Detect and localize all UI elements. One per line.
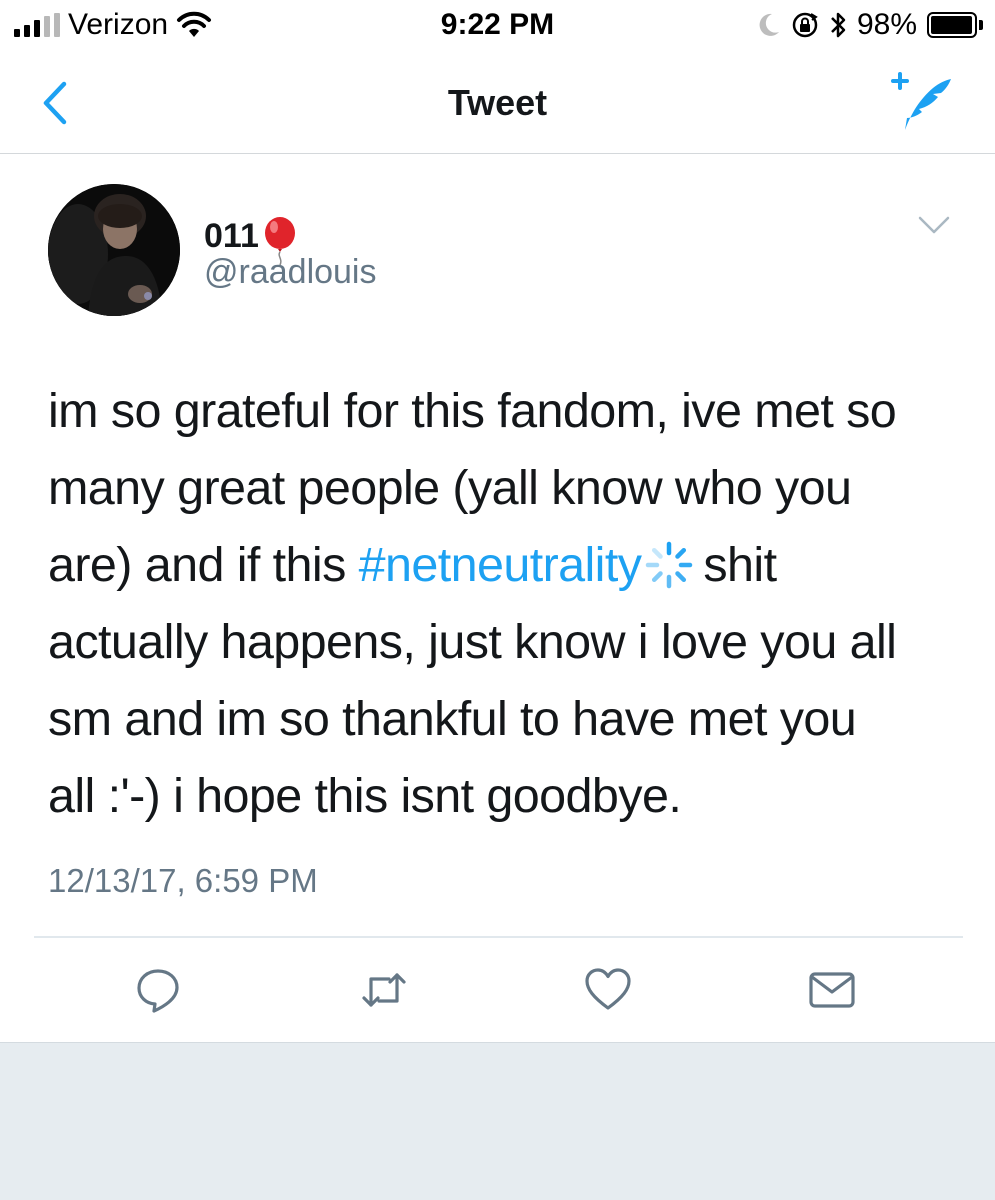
tweet-line: sm and im so thankful to have met you xyxy=(48,692,857,746)
display-name-text: 011 xyxy=(204,216,259,255)
rotation-lock-icon xyxy=(792,12,818,38)
tweet-line: are) and if this #netneutrality shit xyxy=(48,527,968,604)
retweet-button[interactable] xyxy=(356,962,412,1018)
avatar-photo xyxy=(48,184,180,316)
battery-fill xyxy=(931,16,973,34)
moon-icon xyxy=(759,13,779,36)
page-title: Tweet xyxy=(447,82,548,123)
reply-button[interactable] xyxy=(130,962,186,1018)
divider xyxy=(34,936,963,938)
battery-percent: 98% xyxy=(856,8,917,41)
status-bar: Verizon 9:22 PM 98% xyxy=(0,0,995,52)
tweet-timestamp: 12/13/17, 6:59 PM xyxy=(48,862,318,899)
like-icon xyxy=(585,968,631,1010)
tweet-line: all :'-) i hope this isnt goodbye. xyxy=(48,769,682,823)
bluetooth-icon xyxy=(831,12,846,38)
tweet-line: im so grateful for this fandom, ive met … xyxy=(48,384,897,438)
avatar[interactable] xyxy=(48,184,180,316)
navigation-bar: Tweet xyxy=(0,52,995,154)
footer-area xyxy=(0,1042,995,1200)
reply-icon xyxy=(137,969,179,1013)
user-handle[interactable]: @raadlouis xyxy=(204,253,377,292)
hashtag-link[interactable]: #netneutrality xyxy=(359,538,642,592)
direct-message-icon xyxy=(809,972,855,1008)
direct-message-button[interactable] xyxy=(804,962,860,1018)
battery-icon xyxy=(927,12,983,38)
compose-tweet-icon[interactable] xyxy=(889,70,955,134)
loading-spinner-icon xyxy=(646,541,693,589)
like-button[interactable] xyxy=(580,962,636,1018)
status-right: 98% xyxy=(757,8,983,42)
chevron-down-icon[interactable] xyxy=(917,215,951,237)
tweet-text-segment: are) and if this xyxy=(48,538,359,592)
tweet-text-segment: shit xyxy=(703,538,777,592)
tweet-line: many great people (yall know who you xyxy=(48,461,852,515)
tweet-line: actually happens, just know i love you a… xyxy=(48,615,897,669)
retweet-icon xyxy=(362,973,406,1007)
tweet-text: im so grateful for this fandom, ive met … xyxy=(48,373,968,835)
